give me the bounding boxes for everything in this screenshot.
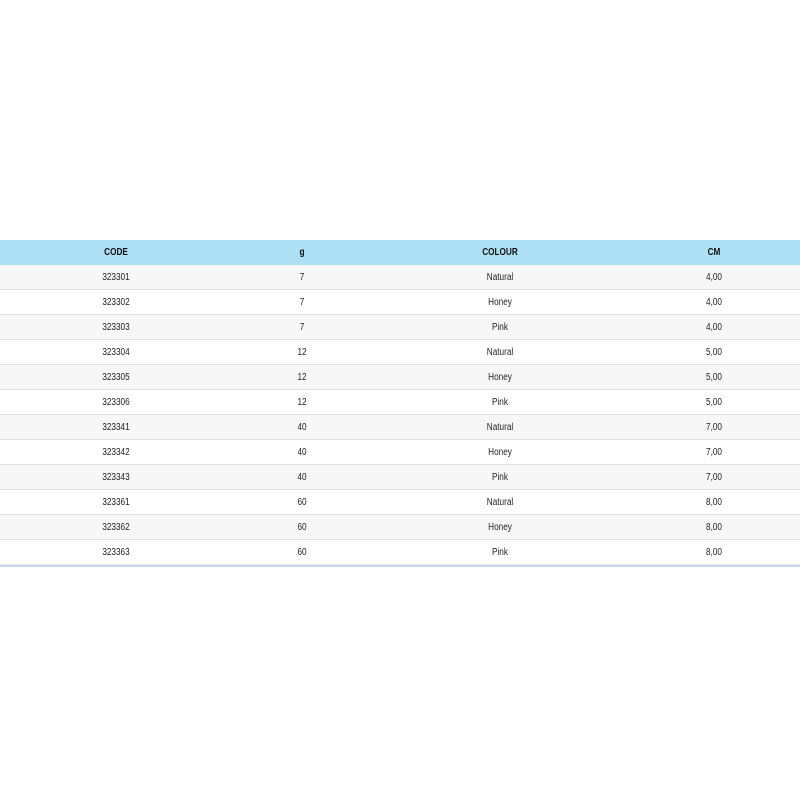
table-row: 323304 12 Natural 5,00 xyxy=(0,340,800,365)
cell-cm: 8,00 xyxy=(706,521,722,533)
cell-cm: 5,00 xyxy=(706,346,722,358)
cell-weight: 12 xyxy=(297,346,307,358)
table-row: 323362 60 Honey 8,00 xyxy=(0,515,800,540)
header-weight: g xyxy=(299,247,305,258)
cell-code: 323363 xyxy=(102,546,130,558)
cell-weight: 60 xyxy=(297,521,307,533)
cell-code: 323342 xyxy=(102,446,130,458)
header-code: CODE xyxy=(104,247,128,258)
cell-colour: Honey xyxy=(488,521,512,533)
cell-cm: 4,00 xyxy=(706,296,722,308)
cell-weight: 7 xyxy=(299,321,305,333)
cell-colour: Pink xyxy=(492,321,508,333)
cell-weight: 7 xyxy=(299,296,305,308)
cell-code: 323306 xyxy=(102,396,130,408)
cell-code: 323343 xyxy=(102,471,130,483)
cell-code: 323301 xyxy=(102,271,130,283)
cell-code: 323304 xyxy=(102,346,130,358)
cell-cm: 5,00 xyxy=(706,371,722,383)
cell-weight: 60 xyxy=(297,546,307,558)
cell-weight: 60 xyxy=(297,496,307,508)
cell-cm: 8,00 xyxy=(706,546,722,558)
cell-cm: 8,00 xyxy=(706,496,722,508)
product-table: CODE g COLOUR CM 323301 7 Natural 4,00 32330… xyxy=(0,240,800,567)
cell-cm: 5,00 xyxy=(706,396,722,408)
table-row: 323306 12 Pink 5,00 xyxy=(0,390,800,415)
cell-colour: Honey xyxy=(488,371,512,383)
cell-colour: Honey xyxy=(488,296,512,308)
table-row: 323342 40 Honey 7,00 xyxy=(0,440,800,465)
cell-cm: 7,00 xyxy=(706,471,722,483)
header-cm: CM xyxy=(707,247,721,258)
cell-code: 323302 xyxy=(102,296,130,308)
table-bottom-border xyxy=(0,565,800,567)
cell-code: 323362 xyxy=(102,521,130,533)
cell-weight: 7 xyxy=(299,271,305,283)
cell-code: 323361 xyxy=(102,496,130,508)
cell-colour: Pink xyxy=(492,471,508,483)
cell-colour: Honey xyxy=(488,446,512,458)
cell-weight: 40 xyxy=(297,471,307,483)
table-header: CODE g COLOUR CM xyxy=(0,240,800,265)
cell-colour: Natural xyxy=(486,271,514,283)
cell-cm: 7,00 xyxy=(706,421,722,433)
table-row: 323363 60 Pink 8,00 xyxy=(0,540,800,565)
table-row: 323301 7 Natural 4,00 xyxy=(0,265,800,290)
cell-cm: 4,00 xyxy=(706,271,722,283)
cell-weight: 40 xyxy=(297,421,307,433)
header-colour: COLOUR xyxy=(482,247,518,258)
table-row: 323361 60 Natural 8,00 xyxy=(0,490,800,515)
cell-code: 323305 xyxy=(102,371,130,383)
cell-colour: Natural xyxy=(486,496,514,508)
cell-colour: Natural xyxy=(486,346,514,358)
cell-weight: 12 xyxy=(297,396,307,408)
cell-cm: 4,00 xyxy=(706,321,722,333)
cell-code: 323341 xyxy=(102,421,130,433)
cell-colour: Natural xyxy=(486,421,514,433)
table-body: 323301 7 Natural 4,00 323302 7 Honey 4,00 323303… xyxy=(0,265,800,565)
cell-colour: Pink xyxy=(492,396,508,408)
table-row: 323303 7 Pink 4,00 xyxy=(0,315,800,340)
table-row: 323341 40 Natural 7,00 xyxy=(0,415,800,440)
cell-weight: 12 xyxy=(297,371,307,383)
cell-code: 323303 xyxy=(102,321,130,333)
table-row: 323343 40 Pink 7,00 xyxy=(0,465,800,490)
cell-weight: 40 xyxy=(297,446,307,458)
table-row: 323305 12 Honey 5,00 xyxy=(0,365,800,390)
table-row: 323302 7 Honey 4,00 xyxy=(0,290,800,315)
cell-colour: Pink xyxy=(492,546,508,558)
cell-cm: 7,00 xyxy=(706,446,722,458)
